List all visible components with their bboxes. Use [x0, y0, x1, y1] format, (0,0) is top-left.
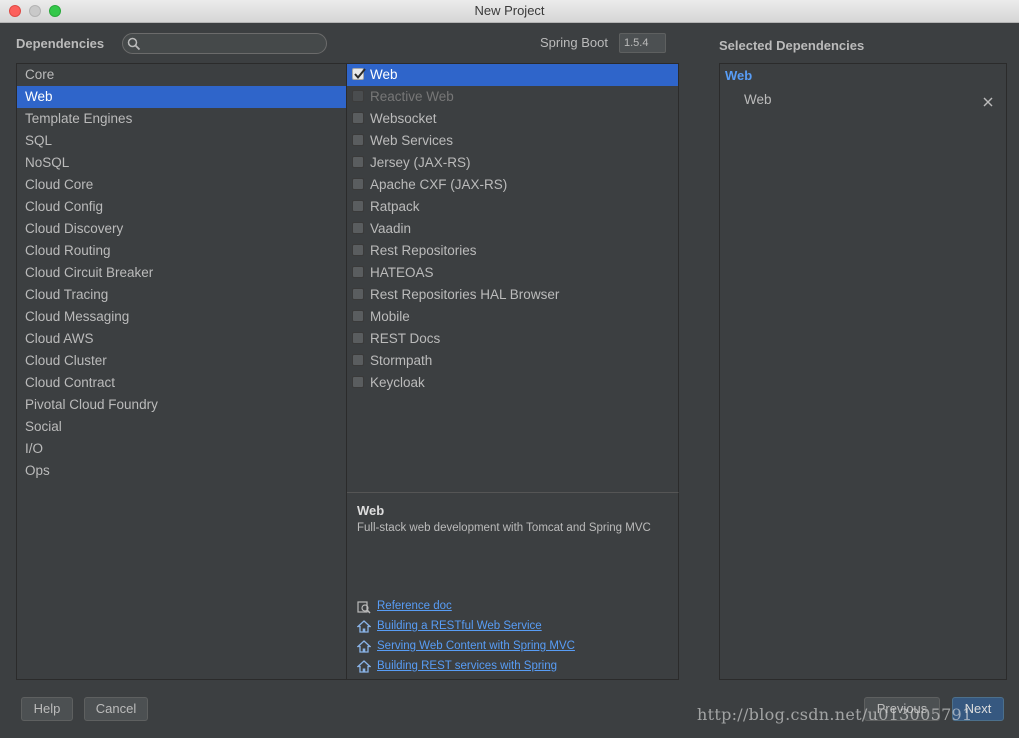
- dependency-label: Apache CXF (JAX-RS): [370, 177, 508, 192]
- category-item[interactable]: Cloud Contract: [17, 372, 346, 394]
- dependency-label: Web Services: [370, 133, 454, 148]
- category-item[interactable]: Cloud Cluster: [17, 350, 346, 372]
- selected-dependencies-panel: Web Web: [719, 63, 1007, 680]
- dependency-item[interactable]: Jersey (JAX-RS): [347, 152, 678, 174]
- dependency-checkbox[interactable]: [352, 222, 364, 234]
- category-item[interactable]: Cloud Config: [17, 196, 346, 218]
- dependency-item[interactable]: Websocket: [347, 108, 678, 130]
- dependency-checkbox: [352, 90, 364, 102]
- category-item[interactable]: SQL: [17, 130, 346, 152]
- guide-link[interactable]: Serving Web Content with Spring MVC: [377, 640, 575, 652]
- dependency-checkbox[interactable]: [352, 266, 364, 278]
- category-item[interactable]: Social: [17, 416, 346, 438]
- dependency-item: Reactive Web: [347, 86, 678, 108]
- watermark: http://blog.csdn.net/u013005791: [697, 705, 973, 724]
- category-item[interactable]: Cloud Core: [17, 174, 346, 196]
- guide-link[interactable]: Building REST services with Spring: [377, 660, 557, 672]
- dependency-item[interactable]: Web: [347, 64, 678, 86]
- selected-dependency-item[interactable]: Web: [744, 92, 772, 107]
- category-list: Core Web Template Engines SQL NoSQL Cloud Cor…: [16, 63, 347, 680]
- dependency-label: Mobile: [370, 309, 410, 324]
- dependency-item[interactable]: REST Docs: [347, 328, 678, 350]
- spring-boot-version-select[interactable]: 1.5.4: [619, 33, 666, 53]
- category-item[interactable]: Cloud AWS: [17, 328, 346, 350]
- dependency-checkbox[interactable]: [352, 134, 364, 146]
- category-item[interactable]: Pivotal Cloud Foundry: [17, 394, 346, 416]
- category-item[interactable]: Cloud Tracing: [17, 284, 346, 306]
- dependency-checkbox[interactable]: [352, 178, 364, 190]
- category-item[interactable]: Template Engines: [17, 108, 346, 130]
- category-item[interactable]: Cloud Discovery: [17, 218, 346, 240]
- dependency-item[interactable]: Web Services: [347, 130, 678, 152]
- guide-link[interactable]: Reference doc: [377, 600, 452, 612]
- dependency-checkbox[interactable]: [352, 68, 366, 80]
- window-title: New Project: [474, 3, 545, 18]
- dependency-checkbox[interactable]: [352, 288, 364, 300]
- dependency-checkbox[interactable]: [352, 112, 364, 124]
- description-title: Web: [357, 503, 385, 518]
- dependency-item[interactable]: Stormpath: [347, 350, 678, 372]
- dependency-item[interactable]: Mobile: [347, 306, 678, 328]
- reference-doc-icon: [357, 601, 371, 614]
- dependency-checkbox[interactable]: [352, 354, 364, 366]
- dependency-label: Stormpath: [370, 353, 433, 368]
- category-item[interactable]: I/O: [17, 438, 346, 460]
- description-panel: Web Full-stack web development with Tomc…: [347, 492, 679, 680]
- category-item[interactable]: Cloud Circuit Breaker: [17, 262, 346, 284]
- guide-home-icon: [357, 660, 371, 673]
- dependency-checkbox[interactable]: [352, 156, 364, 168]
- search-box[interactable]: [122, 33, 327, 54]
- cancel-button[interactable]: Cancel: [84, 697, 148, 721]
- selected-dependencies-label: Selected Dependencies: [719, 38, 865, 53]
- category-item[interactable]: Core: [17, 64, 346, 86]
- dependency-label: Vaadin: [370, 221, 412, 236]
- dependency-label: REST Docs: [370, 331, 441, 346]
- description-text: Full-stack web development with Tomcat a…: [357, 522, 651, 534]
- dependency-label: Ratpack: [370, 199, 420, 214]
- dependency-label: Rest Repositories: [370, 243, 477, 258]
- dependency-checkbox[interactable]: [352, 200, 364, 212]
- guide-home-icon: [357, 620, 371, 633]
- checkmark-icon: [354, 68, 366, 80]
- dependency-item[interactable]: Ratpack: [347, 196, 678, 218]
- guide-link[interactable]: Building a RESTful Web Service: [377, 620, 542, 632]
- help-button[interactable]: Help: [21, 697, 73, 721]
- dependency-item[interactable]: Rest Repositories: [347, 240, 678, 262]
- dependency-checkbox[interactable]: [352, 244, 364, 256]
- dependency-label: HATEOAS: [370, 265, 434, 280]
- dependency-label: Reactive Web: [370, 89, 454, 104]
- guide-home-icon: [357, 640, 371, 653]
- category-item[interactable]: NoSQL: [17, 152, 346, 174]
- dependency-checkbox[interactable]: [352, 332, 364, 344]
- spring-boot-version: 1.5.4: [624, 37, 649, 49]
- search-input[interactable]: [145, 35, 320, 52]
- dependency-item[interactable]: HATEOAS: [347, 262, 678, 284]
- spring-boot-label: Spring Boot: [540, 35, 608, 50]
- dependency-list: Web Reactive Web Websocket Web Services Jers…: [347, 63, 679, 493]
- title-bar: New Project: [0, 0, 1019, 23]
- dependency-checkbox[interactable]: [352, 310, 364, 322]
- dependency-item[interactable]: Apache CXF (JAX-RS): [347, 174, 678, 196]
- dependency-checkbox[interactable]: [352, 376, 364, 388]
- search-icon: [127, 37, 141, 51]
- category-item[interactable]: Ops: [17, 460, 346, 482]
- dependencies-label: Dependencies: [16, 36, 105, 51]
- close-icon[interactable]: [983, 97, 993, 107]
- dependency-label: Keycloak: [370, 375, 425, 390]
- dependency-item[interactable]: Rest Repositories HAL Browser: [347, 284, 678, 306]
- dependency-label: Websocket: [370, 111, 437, 126]
- category-item[interactable]: Cloud Routing: [17, 240, 346, 262]
- category-item[interactable]: Web: [17, 86, 346, 108]
- category-item[interactable]: Cloud Messaging: [17, 306, 346, 328]
- dependency-item[interactable]: Vaadin: [347, 218, 678, 240]
- dependency-item[interactable]: Keycloak: [347, 372, 678, 394]
- dependency-label: Jersey (JAX-RS): [370, 155, 471, 170]
- dependency-label: Rest Repositories HAL Browser: [370, 287, 560, 302]
- dependency-label: Web: [370, 67, 398, 82]
- selected-group-title: Web: [725, 68, 753, 83]
